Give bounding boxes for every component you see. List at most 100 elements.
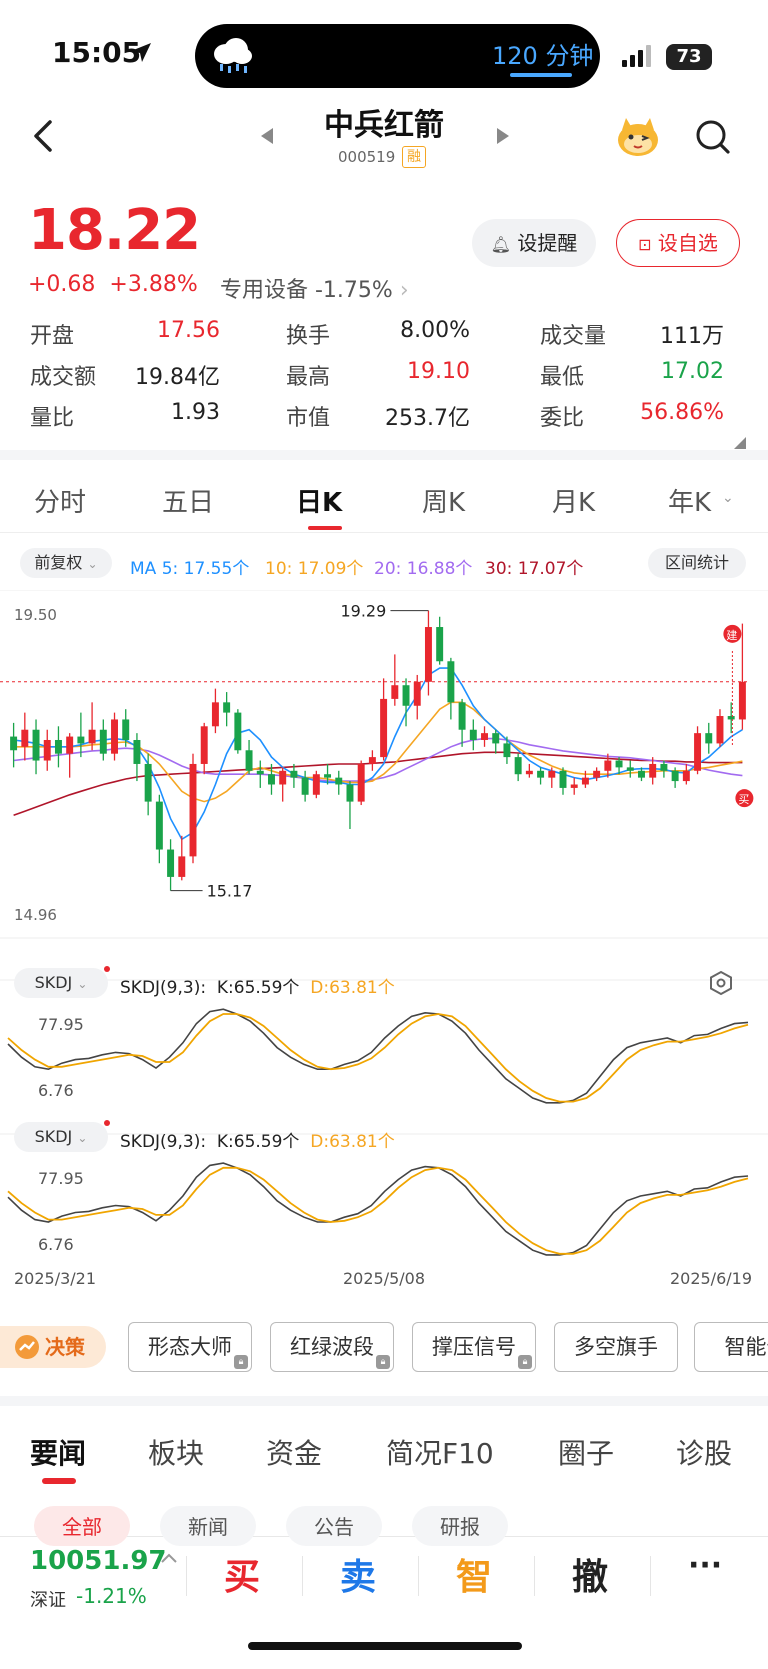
candle-body [469,729,477,740]
candle-body [234,712,242,751]
lock-icon: 🔒︎ [518,1355,532,1369]
news-subtab-0[interactable]: 全部 [34,1506,130,1546]
mascot-icon[interactable] [614,112,662,158]
skdj-upper-label: 77.95 [38,1169,84,1188]
candle-body [581,777,589,785]
timer-progress [510,73,572,77]
decision-chip[interactable]: 撑压信号 🔒︎ [412,1322,536,1372]
index-value[interactable]: 10051.97 [30,1546,167,1576]
candle-body [290,770,298,778]
decision-icon [14,1334,40,1360]
smart-button[interactable]: 智 [456,1548,492,1600]
index-change: -1.21% [76,1584,147,1608]
news-tab-0[interactable]: 要闻 [30,1432,86,1472]
buy-button[interactable]: 买 [224,1548,260,1600]
tab-5[interactable]: 年K [668,482,711,519]
candle-body [694,733,702,771]
timer-label: 120 分钟 [492,42,594,70]
candle-body [559,770,567,788]
ma10-label: 10: 17.09个 [265,559,364,579]
ma20-label: 20: 16.88个 [374,559,473,579]
candle-body [245,750,253,771]
candle-body [43,739,51,761]
stat-value: 17.02 [661,359,724,384]
cancel-order-button[interactable]: 撤 [572,1548,608,1600]
build-marker-text: 建 [726,628,737,642]
candle-body [604,760,612,771]
range-stats-button[interactable]: 区间统计 [648,548,746,578]
set-alert-button[interactable]: 🔔︎ 设提醒 [472,219,596,267]
candle-body [200,726,208,764]
search-icon[interactable] [694,118,732,156]
news-tab-4[interactable]: 圈子 [558,1432,614,1472]
settings-hexagon-icon[interactable] [708,970,734,996]
tab-4[interactable]: 月K [552,482,595,519]
stat-label: 量比 [30,406,75,431]
candle-body [638,770,645,778]
candle-body [324,774,332,778]
candle-body [593,770,601,778]
section-divider-2 [0,1396,768,1406]
lock-icon: 🔒︎ [234,1355,248,1369]
tab-1[interactable]: 五日 [162,482,214,519]
ma5-label: MA 5: 17.55个 [130,559,250,579]
ma30-line [13,751,743,817]
candle-body [705,733,713,744]
news-subtab-2[interactable]: 公告 [286,1506,382,1546]
x-axis-label: 2025/5/08 [343,1269,425,1288]
candlestick-chart[interactable]: 19.50 14.96 19.29 15.17 建买 77.95 6.76 77.95 6.76… [0,590,768,1310]
stat-label: 最低 [540,365,585,390]
candle-body [268,774,275,785]
candle-body [727,716,735,720]
add-favorite-button[interactable]: ⊡ 设自选 [616,219,740,267]
lock-icon: 🔒︎ [376,1355,390,1369]
decision-chip[interactable]: 多空旗手 [554,1322,678,1372]
news-tab-2[interactable]: 资金 [266,1432,322,1472]
indicator-dropdown-1[interactable]: SKDJ ⌄ [14,968,108,998]
candle-body [649,763,657,778]
skdj-lower-label: 6.76 [38,1081,74,1100]
tab-3[interactable]: 周K [422,482,465,519]
news-subtab-1[interactable]: 新闻 [160,1506,256,1546]
news-tab-3[interactable]: 简况F10 [386,1432,494,1472]
more-button[interactable]: ··· [688,1548,722,1583]
skdj-lower-label: 6.76 [38,1235,74,1254]
low-marker-label: 15.17 [207,882,253,901]
decision-chip[interactable]: 形态大师 🔒︎ [128,1322,252,1372]
stat-value: 253.7亿 [385,406,470,431]
chevron-up-icon[interactable] [160,1550,178,1564]
chat-plus-icon: ⊡ [638,235,652,254]
candle-body [503,743,511,758]
tab-2[interactable]: 日K [296,482,342,519]
candle-body [301,777,309,795]
candle-body [133,739,141,764]
skdj-d-line [7,1013,749,1103]
candle-body [346,784,354,802]
news-tab-5[interactable]: 诊股 [676,1432,732,1472]
next-stock-icon[interactable] [494,126,512,146]
news-subtab-3[interactable]: 研报 [412,1506,508,1546]
sell-button[interactable]: 卖 [340,1548,376,1600]
y-axis-min-label: 14.96 [14,906,57,924]
location-arrow-icon [128,40,154,66]
last-price: 18.22 [28,198,201,263]
chevron-down-icon[interactable]: ⌄ [722,490,734,506]
candle-body [402,685,410,706]
sector-link[interactable]: 专用设备 -1.75% › [220,272,409,304]
adjust-dropdown[interactable]: 前复权 ⌄ [20,548,112,578]
indicator-dropdown-2[interactable]: SKDJ ⌄ [14,1122,108,1152]
decision-chip[interactable]: 智能优 [694,1322,768,1372]
red-dot-icon [104,1120,110,1126]
ma10-line [13,701,743,803]
decision-chip[interactable]: 红绿波段 🔒︎ [270,1322,394,1372]
candle-body [492,733,500,744]
stat-label: 委比 [540,406,585,431]
tab-0[interactable]: 分时 [34,482,86,519]
candle-body [738,681,746,720]
stat-value: 19.84亿 [135,365,220,390]
candle-body [77,736,85,744]
candle-body [54,739,62,754]
candle-body [88,729,96,744]
stat-value: 8.00% [400,318,470,343]
news-tab-1[interactable]: 板块 [148,1432,204,1472]
